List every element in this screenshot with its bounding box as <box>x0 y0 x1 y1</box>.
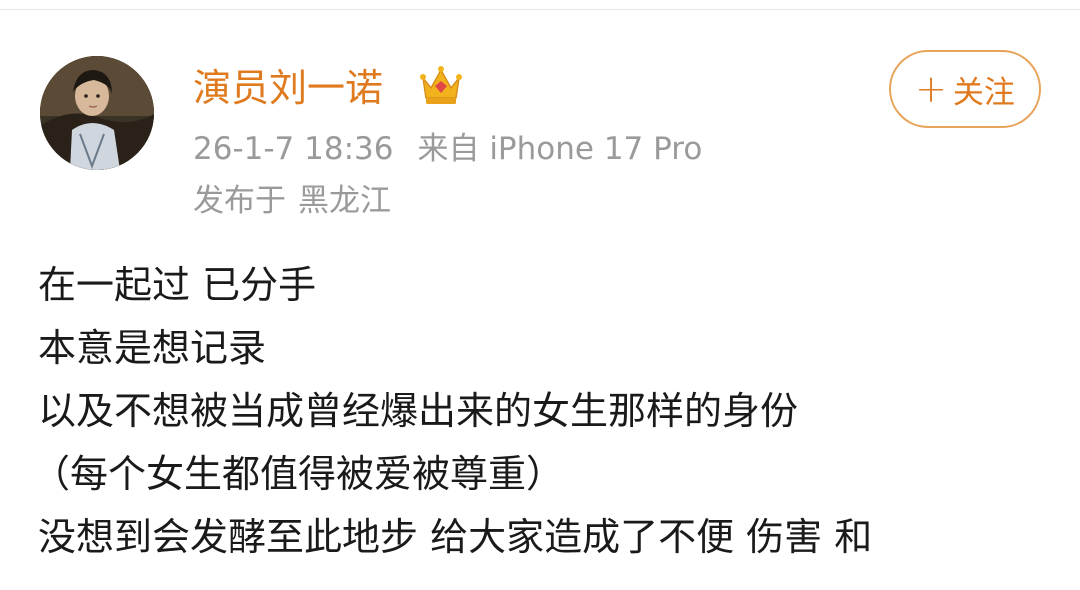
follow-button[interactable]: + 关注 <box>889 50 1041 128</box>
author-name[interactable]: 演员刘一诺 <box>193 63 383 113</box>
plus-icon: + <box>915 67 947 111</box>
content-line: （每个女生都值得被爱被尊重） <box>32 452 565 496</box>
content-line: 没想到会发酵至此地步 给大家造成了不便 伤害 和 <box>38 515 873 559</box>
post-location: 发布于 黑龙江 <box>193 180 391 222</box>
weibo-post-screen: 演员刘一诺 26-1-7 18:36 来自 iPhone 17 Pro 发布于 黑龙… <box>0 0 1080 590</box>
avatar[interactable] <box>40 56 154 170</box>
content-line: 以及不想被当成曾经爆出来的女生那样的身份 <box>38 389 799 433</box>
follow-button-label: 关注 <box>952 74 1015 111</box>
divider <box>0 9 1080 10</box>
post-meta: 26-1-7 18:36 来自 iPhone 17 Pro <box>193 128 702 170</box>
avatar-photo <box>40 56 154 170</box>
content-line: 在一起过 已分手 <box>38 263 317 307</box>
post-source: 来自 iPhone 17 Pro <box>417 131 703 167</box>
post-content: 在一起过 已分手 本意是想记录 以及不想被当成曾经爆出来的女生那样的身份 （每个… <box>32 254 1078 569</box>
location-value: 黑龙江 <box>298 183 391 219</box>
location-label: 发布于 <box>193 183 286 219</box>
content-line: 本意是想记录 <box>38 326 267 370</box>
crown-icon <box>418 62 464 108</box>
post-timestamp: 26-1-7 18:36 <box>193 131 394 167</box>
